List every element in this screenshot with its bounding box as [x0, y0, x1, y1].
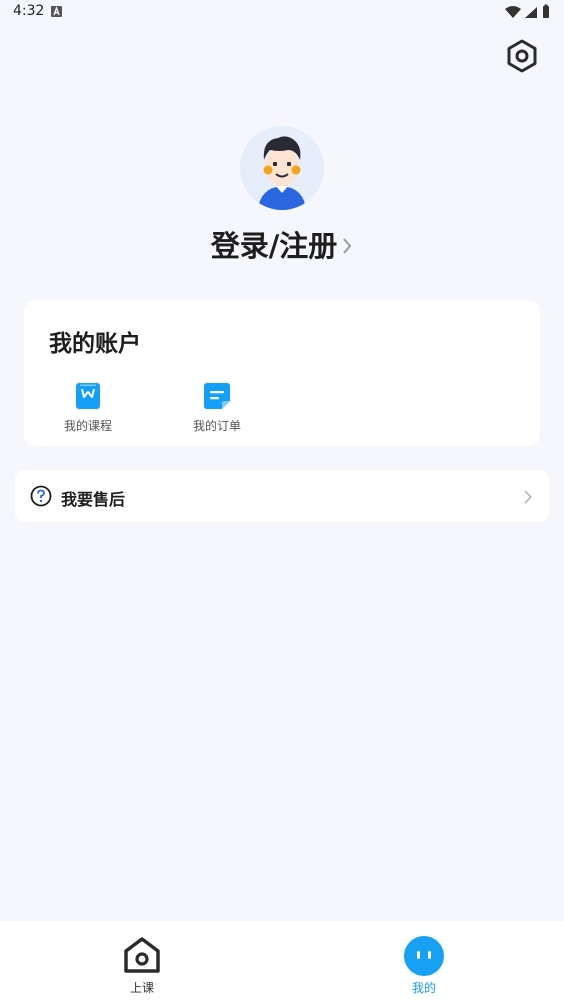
order-list-icon — [204, 383, 230, 409]
hexagon-gear-icon[interactable] — [504, 38, 540, 74]
status-time: 4:32 — [13, 3, 45, 19]
status-bar: 4:32 — [0, 0, 564, 24]
my-courses-button[interactable]: 我的课程 — [48, 380, 128, 440]
wifi-icon — [505, 6, 521, 18]
tab-class-label: 上课 — [129, 981, 154, 995]
chevron-right-icon — [343, 238, 352, 254]
notification-a-icon — [51, 6, 62, 17]
mine-face-icon — [404, 936, 444, 976]
question-circle-icon — [30, 485, 52, 507]
chevron-right-icon — [524, 490, 533, 504]
account-card-title: 我的账户 — [49, 331, 141, 357]
signal-icon — [525, 7, 537, 18]
avatar[interactable] — [240, 126, 324, 210]
my-orders-label: 我的订单 — [192, 419, 241, 433]
login-register-label: 登录/注册 — [210, 229, 338, 263]
course-book-icon — [76, 383, 100, 409]
battery-icon — [543, 4, 549, 18]
system-indicators — [505, 4, 549, 18]
my-orders-button[interactable]: 我的订单 — [177, 380, 257, 440]
tab-mine[interactable]: 我的 — [364, 921, 484, 1004]
tab-mine-label: 我的 — [411, 981, 436, 995]
after-sales-label: 我要售后 — [61, 490, 126, 509]
tab-class[interactable]: 上课 — [82, 921, 202, 1004]
avatar-illustration — [258, 136, 306, 210]
account-card: 我的账户 我的课程 我的订单 — [24, 300, 540, 446]
my-courses-label: 我的课程 — [63, 419, 112, 433]
class-home-icon — [124, 937, 160, 973]
login-register-link[interactable]: 登录/注册 — [0, 224, 564, 268]
after-sales-row[interactable]: 我要售后 — [15, 470, 549, 522]
bottom-tab-bar: 上课 我的 — [0, 921, 564, 1004]
